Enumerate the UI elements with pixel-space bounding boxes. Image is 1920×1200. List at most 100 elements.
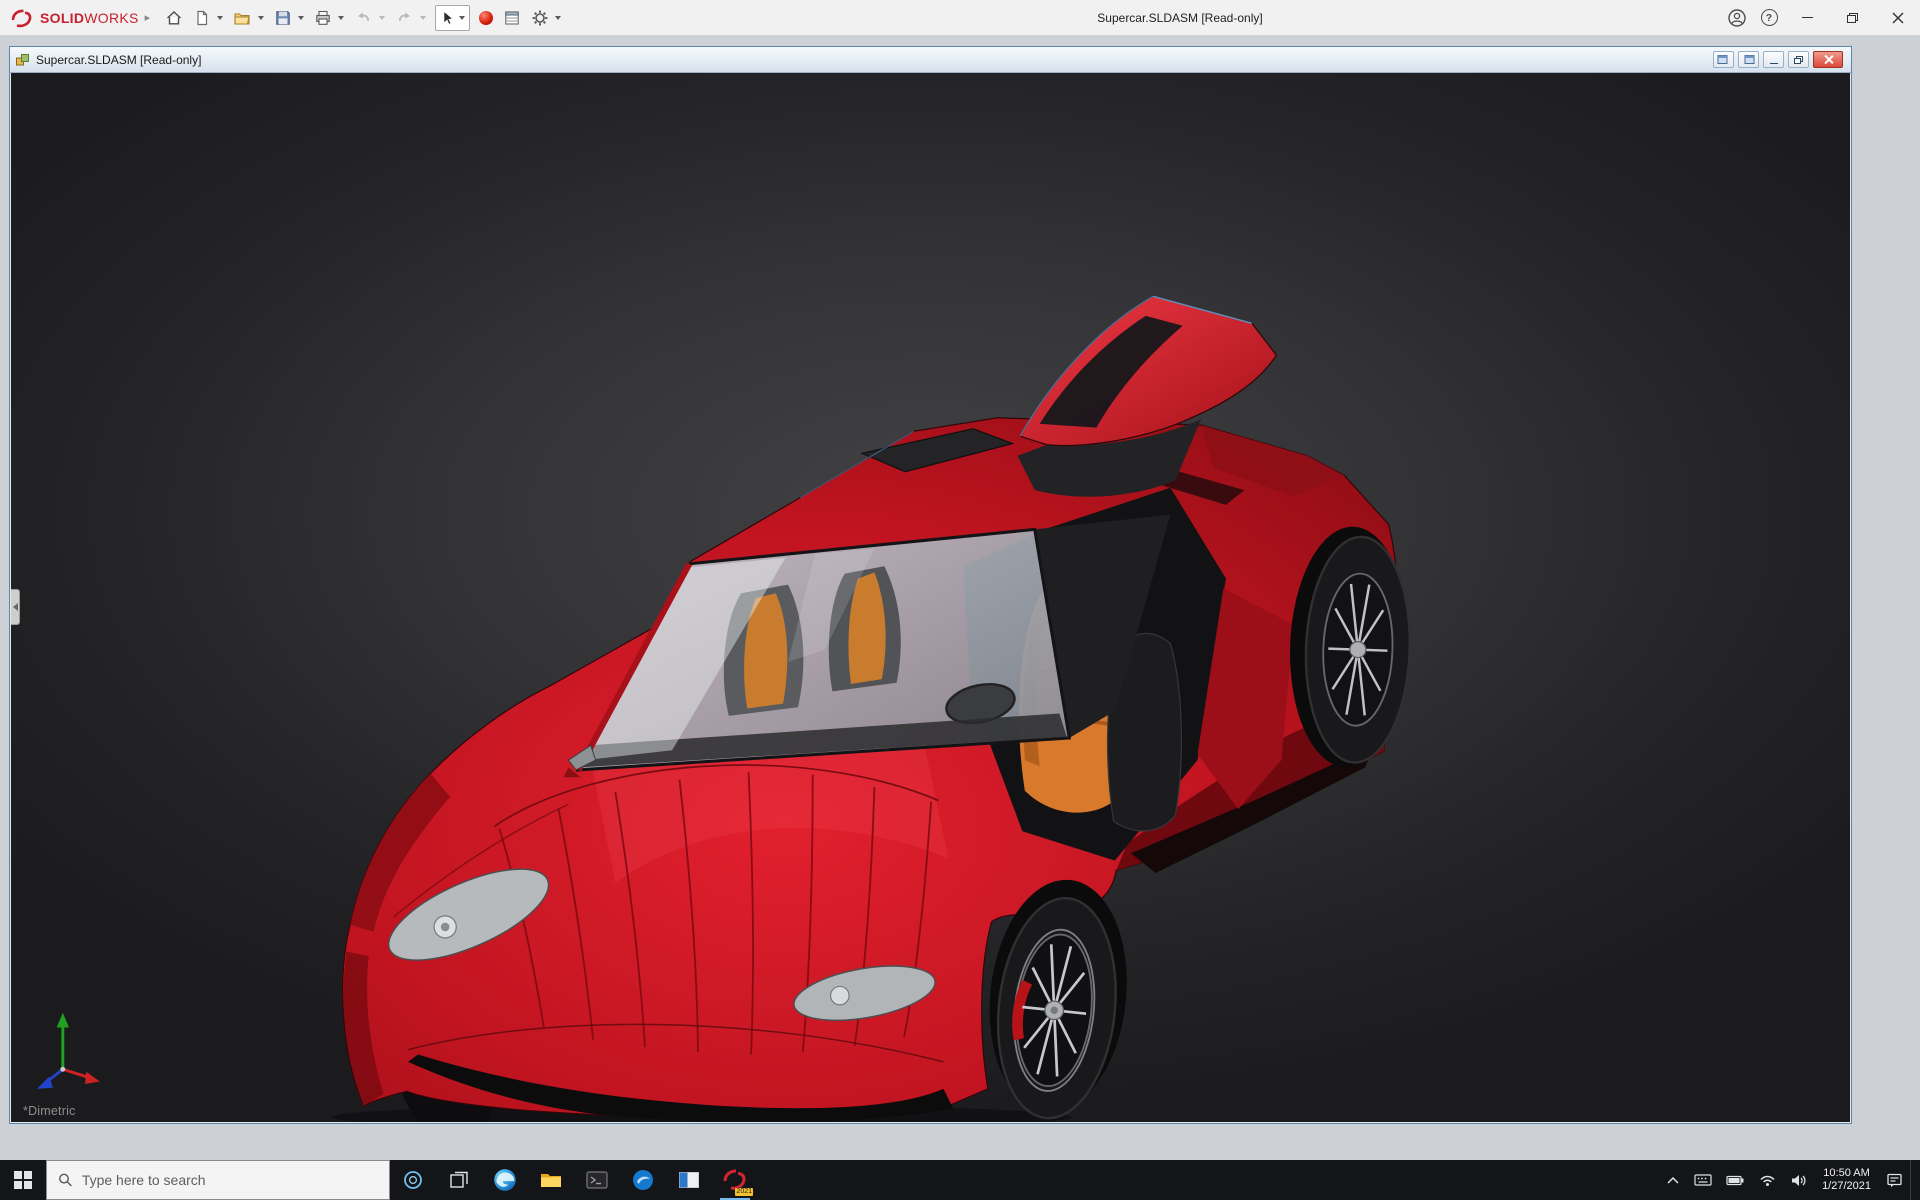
- select-tool-dropdown[interactable]: [459, 15, 466, 20]
- doc-restore-button[interactable]: [1788, 51, 1809, 68]
- print-icon: [316, 10, 330, 25]
- taskbar-item-file-explorer[interactable]: [528, 1160, 574, 1200]
- new-document-button[interactable]: [188, 4, 216, 32]
- home-icon: [167, 10, 182, 24]
- mdi-window-button-2[interactable]: [1738, 51, 1759, 68]
- panel-collapse-tab[interactable]: [11, 589, 20, 625]
- undo-button[interactable]: [349, 4, 378, 32]
- help-button[interactable]: ?: [1756, 5, 1782, 31]
- close-button[interactable]: [1875, 0, 1920, 36]
- start-button[interactable]: [0, 1160, 46, 1200]
- menu-flyout-arrow[interactable]: ▸: [145, 11, 151, 24]
- task-view-icon: [450, 1171, 468, 1188]
- touch-keyboard-button[interactable]: [1687, 1160, 1719, 1200]
- battery-icon: [1726, 1175, 1744, 1186]
- taskbar-item-terminal[interactable]: [574, 1160, 620, 1200]
- blue-circle-icon: [633, 1170, 653, 1190]
- redo-dropdown[interactable]: [420, 15, 427, 20]
- chevron-up-icon: [1667, 1176, 1679, 1184]
- undo-dropdown[interactable]: [379, 15, 386, 20]
- view-orientation-label: *Dimetric: [23, 1104, 76, 1118]
- volume-control[interactable]: [1783, 1160, 1814, 1200]
- options-button[interactable]: [526, 4, 554, 32]
- open-dropdown[interactable]: [258, 15, 265, 20]
- window-pane-right-icon: [1744, 55, 1755, 64]
- wifi-icon: [1760, 1175, 1775, 1186]
- cortana-button[interactable]: [390, 1160, 436, 1200]
- tray-expand-button[interactable]: [1659, 1160, 1687, 1200]
- taskbar-item-window-app[interactable]: [666, 1160, 712, 1200]
- solidworks-app: SOLIDWORKS ▸ Supercar.SLDASM [Read-only]…: [0, 0, 1920, 1200]
- show-desktop-button[interactable]: [1910, 1160, 1916, 1200]
- touch-keyboard-icon: [1694, 1174, 1712, 1186]
- action-center-icon: [1887, 1173, 1902, 1188]
- search-input[interactable]: [81, 1172, 378, 1188]
- document-title: Supercar.SLDASM [Read-only]: [36, 52, 202, 67]
- mdi-window-button-1[interactable]: [1713, 51, 1734, 68]
- save-icon: [276, 10, 290, 25]
- brand-works: WORKS: [84, 9, 139, 26]
- restore-icon: [1847, 12, 1858, 23]
- help-icon: ?: [1760, 9, 1778, 26]
- close-icon: [1892, 12, 1903, 23]
- doc-restore-icon: [1794, 55, 1803, 64]
- doc-close-button[interactable]: [1813, 51, 1843, 68]
- orientation-triad[interactable]: [36, 1012, 100, 1089]
- maximize-button[interactable]: [1830, 0, 1875, 36]
- brand-solid: SOLID: [40, 9, 85, 26]
- print-dropdown[interactable]: [338, 15, 345, 20]
- account-button[interactable]: [1724, 5, 1750, 31]
- task-view-button[interactable]: [436, 1160, 482, 1200]
- window-app-icon: [679, 1172, 699, 1188]
- file-properties-button[interactable]: [498, 4, 526, 32]
- document-grid-icon: [505, 10, 519, 25]
- document-window: Supercar.SLDASM [Read-only] *Dimetric: [9, 46, 1852, 1124]
- system-tray: 10:50 AM 1/27/2021: [1659, 1160, 1920, 1200]
- print-button[interactable]: [309, 4, 337, 32]
- home-button[interactable]: [160, 4, 188, 32]
- doc-minimize-button[interactable]: [1763, 51, 1784, 68]
- solidworks-logo: SOLIDWORKS: [10, 8, 139, 28]
- save-dropdown[interactable]: [298, 15, 305, 20]
- red-sphere-icon: [479, 10, 494, 25]
- undo-icon: [358, 12, 370, 21]
- assembly-document-icon: [16, 53, 29, 65]
- taskbar-item-blue-app[interactable]: [620, 1160, 666, 1200]
- select-tool-button[interactable]: [435, 4, 471, 31]
- minimize-button[interactable]: [1785, 0, 1830, 36]
- windows-taskbar: 2021: [0, 1160, 1920, 1200]
- taskbar-item-solidworks[interactable]: 2021: [712, 1160, 758, 1200]
- app-title: Supercar.SLDASM [Read-only]: [1097, 11, 1263, 25]
- redo-button[interactable]: [390, 4, 419, 32]
- save-button[interactable]: [269, 4, 297, 32]
- gear-icon: [532, 10, 548, 25]
- taskbar-search[interactable]: [46, 1160, 390, 1200]
- terminal-icon: [586, 1171, 608, 1189]
- new-document-icon: [197, 10, 208, 25]
- brand-text: SOLIDWORKS: [40, 10, 139, 26]
- clock-date: 1/27/2021: [1822, 1180, 1871, 1192]
- window-pane-left-icon: [1717, 55, 1728, 64]
- open-button[interactable]: [228, 4, 257, 32]
- new-document-dropdown[interactable]: [217, 15, 224, 20]
- red-sphere-button[interactable]: [474, 4, 498, 32]
- cortana-icon: [404, 1171, 422, 1189]
- windows-logo-icon: [14, 1171, 32, 1189]
- document-window-buttons: [1713, 51, 1846, 68]
- car-model: [36, 295, 1412, 1122]
- solidworks-version-badge: 2021: [735, 1188, 753, 1196]
- standard-toolbar: [160, 0, 566, 35]
- network-status[interactable]: [1752, 1160, 1783, 1200]
- search-icon: [59, 1173, 72, 1187]
- document-titlebar[interactable]: Supercar.SLDASM [Read-only]: [10, 47, 1851, 73]
- action-center-button[interactable]: [1879, 1160, 1910, 1200]
- minimize-icon: [1802, 16, 1813, 19]
- clock-time: 10:50 AM: [1823, 1166, 1870, 1179]
- options-dropdown[interactable]: [555, 15, 562, 20]
- battery-status[interactable]: [1719, 1160, 1752, 1200]
- graphics-area[interactable]: *Dimetric: [11, 73, 1850, 1122]
- open-folder-icon: [234, 12, 250, 25]
- taskbar-item-edge[interactable]: [482, 1160, 528, 1200]
- select-cursor-icon: [443, 10, 454, 25]
- taskbar-clock[interactable]: 10:50 AM 1/27/2021: [1814, 1167, 1879, 1194]
